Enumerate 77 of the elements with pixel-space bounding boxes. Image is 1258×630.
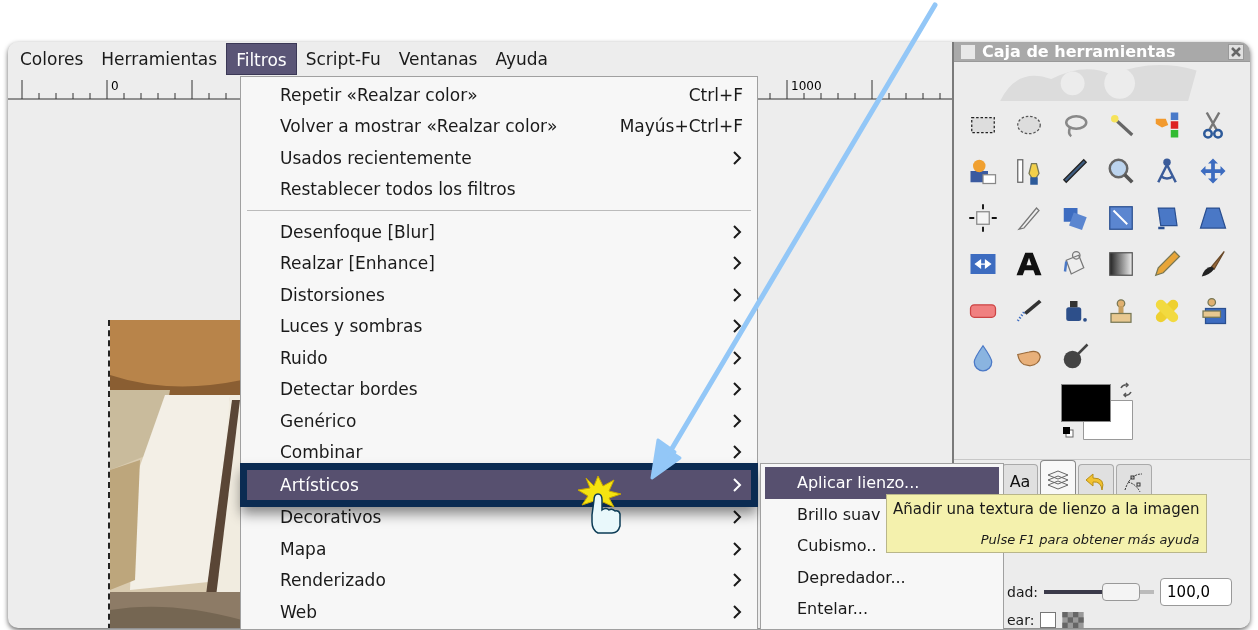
menu-item[interactable]: Entelar... (765, 593, 999, 625)
menu-item[interactable]: Renderizado (241, 564, 757, 596)
menu-bar-item[interactable]: Colores (11, 43, 93, 75)
menu-item-label: Detectar bordes (280, 379, 418, 400)
menu-item-label: Mapa (280, 538, 327, 559)
menu-item[interactable]: Mapa (241, 533, 757, 565)
chevron-right-icon (731, 149, 743, 166)
chevron-right-icon (731, 381, 743, 398)
menu-item[interactable]: Repetir «Realzar color» Ctrl+F (241, 79, 757, 111)
background-color-swatch[interactable] (1083, 400, 1133, 441)
chevron-right-icon (731, 349, 743, 366)
menu-item[interactable]: Aplicar lienzo... (765, 467, 999, 499)
menu-item-label: Desenfoque [Blur] (280, 221, 435, 242)
menu-item[interactable]: Decorativos (241, 501, 757, 533)
tooltip-text: Añadir una textura de lienzo a la imagen (893, 500, 1200, 518)
swap-arrows-icon[interactable] (1118, 382, 1134, 399)
chevron-right-icon (731, 318, 743, 335)
menu-item-label: Renderizado (280, 570, 386, 591)
menu-item[interactable]: Genérico (241, 405, 757, 437)
menu-bar-item[interactable]: Ventanas (389, 43, 487, 75)
checkerboard-icon (1062, 612, 1085, 628)
hand-cursor-icon (591, 493, 621, 534)
menu-item-label: Distorsiones (280, 284, 385, 305)
chevron-right-icon (731, 286, 743, 303)
menu-bar-item[interactable]: Filtros (226, 43, 297, 75)
chevron-right-icon (731, 412, 743, 429)
checkbox-label: ear: (1007, 612, 1035, 628)
foreground-color-swatch[interactable] (1061, 384, 1111, 423)
chevron-right-icon (731, 444, 743, 461)
menu-item-label: Volver a mostrar «Realzar color» (280, 116, 558, 137)
shortcut-label: Ctrl+F (688, 84, 743, 105)
tooltip-hint: Pulse F1 para obtener más ayuda (979, 532, 1200, 547)
menu-item[interactable]: Realzar [Enhance] (241, 247, 757, 279)
menu-item[interactable]: Luces y sombras (241, 310, 757, 342)
menu-item-label: Artísticos (280, 474, 359, 495)
menu-item-label: Combinar (280, 442, 363, 463)
menu-item-label: Ruido (280, 347, 328, 368)
shortcut-label: Mayús+Ctrl+F (619, 116, 743, 137)
chevron-right-icon (731, 572, 743, 589)
menu-item-label: Restablecer todos los filtros (280, 179, 516, 200)
menu-item[interactable]: Volver a mostrar «Realzar color» Mayús+Ctrl+F (241, 110, 757, 142)
menu-item[interactable]: Usados recientemente (241, 142, 757, 174)
chevron-right-icon (731, 603, 743, 620)
menu-item-label: Genérico (280, 410, 357, 431)
menu-item[interactable]: Restablecer todos los filtros (241, 173, 757, 205)
menu-item[interactable]: Distorsiones (241, 279, 757, 311)
chevron-right-icon (731, 540, 743, 557)
menu-item-label: Repetir «Realzar color» (280, 84, 478, 105)
crosshair-square-icon[interactable] (968, 202, 998, 233)
slider-thumb[interactable] (1101, 583, 1140, 601)
menu-item[interactable]: Combinar (241, 436, 757, 468)
window-title: Caja de herramientas (982, 42, 1176, 61)
chevron-right-icon (731, 223, 743, 240)
menu-item-label: Luces y sombras (280, 316, 423, 337)
checkbox[interactable] (1040, 612, 1057, 628)
menu-item-label: Decorativos (280, 507, 382, 528)
ruler-label: 0 (111, 79, 119, 93)
menu-item[interactable]: Web (241, 596, 757, 628)
menu-item[interactable]: Depredador... (765, 561, 999, 593)
slider-label: dad: (1007, 584, 1039, 600)
ruler-label: 1000 (791, 79, 822, 93)
spin-field[interactable]: 100,0 (1160, 578, 1233, 606)
menu-item-label: Realzar [Enhance] (280, 253, 435, 274)
menu-item[interactable]: Ruido (241, 342, 757, 374)
menu-bar-item[interactable]: Script-Fu (296, 43, 390, 75)
layers-icon (1046, 467, 1070, 492)
menu-item[interactable]: Detectar bordes (241, 373, 757, 405)
menu-bar-item[interactable]: Ayuda (486, 43, 557, 75)
menu-item-label: Web (280, 601, 318, 622)
chevron-right-icon (731, 255, 743, 272)
menu-item[interactable]: Desenfoque [Blur] (241, 216, 757, 248)
menu-item-label: Usados recientemente (280, 147, 472, 168)
chevron-right-icon (731, 509, 743, 526)
chevron-right-icon (731, 476, 743, 493)
reset-colors-icon[interactable] (1062, 426, 1074, 439)
menu-bar-item[interactable]: Herramientas (92, 43, 227, 75)
close-icon[interactable] (1228, 43, 1244, 60)
